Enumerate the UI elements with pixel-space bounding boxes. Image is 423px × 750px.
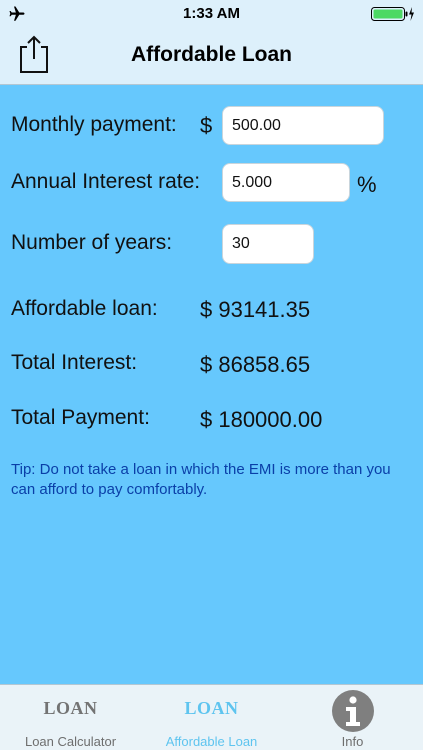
tab-label: Affordable Loan: [165, 734, 258, 749]
interest-rate-input[interactable]: [222, 163, 350, 202]
monthly-payment-currency: $: [200, 113, 213, 138]
total-payment-value: $ 180000.00: [200, 407, 323, 432]
interest-rate-unit: %: [357, 172, 377, 197]
monthly-payment-input[interactable]: [222, 106, 384, 145]
tab-info[interactable]: Info: [282, 685, 423, 750]
years-label: Number of years:: [11, 231, 173, 254]
tab-bar: LOAN Loan Calculator LOAN Affordable Loa…: [0, 684, 423, 750]
interest-rate-label: Annual Interest rate:: [11, 170, 201, 193]
tip-text: Tip: Do not take a loan in which the EMI…: [11, 461, 391, 498]
tab-label: Info: [341, 734, 364, 749]
page-title: Affordable Loan: [131, 43, 292, 66]
total-interest-label: Total Interest:: [11, 351, 138, 374]
tab-affordable-loan[interactable]: LOAN Affordable Loan: [141, 685, 282, 750]
affordable-loan-label: Affordable loan:: [11, 297, 158, 320]
monthly-payment-label: Monthly payment:: [11, 113, 177, 136]
total-payment-label: Total Payment:: [11, 406, 150, 429]
navigation-bar: Affordable Loan: [0, 28, 423, 85]
tab-label: Loan Calculator: [24, 734, 117, 749]
battery-charging-icon: [371, 7, 414, 21]
loan-logo-icon: LOAN: [184, 698, 239, 718]
info-icon: [332, 690, 374, 732]
loan-logo-icon: LOAN: [43, 698, 98, 718]
status-time: 1:33 AM: [183, 5, 240, 22]
affordable-loan-value: $ 93141.35: [200, 297, 311, 322]
status-bar: 1:33 AM: [0, 0, 423, 28]
total-interest-value: $ 86858.65: [200, 352, 311, 377]
years-input[interactable]: [222, 224, 314, 264]
tab-loan-calculator[interactable]: LOAN Loan Calculator: [0, 685, 141, 750]
